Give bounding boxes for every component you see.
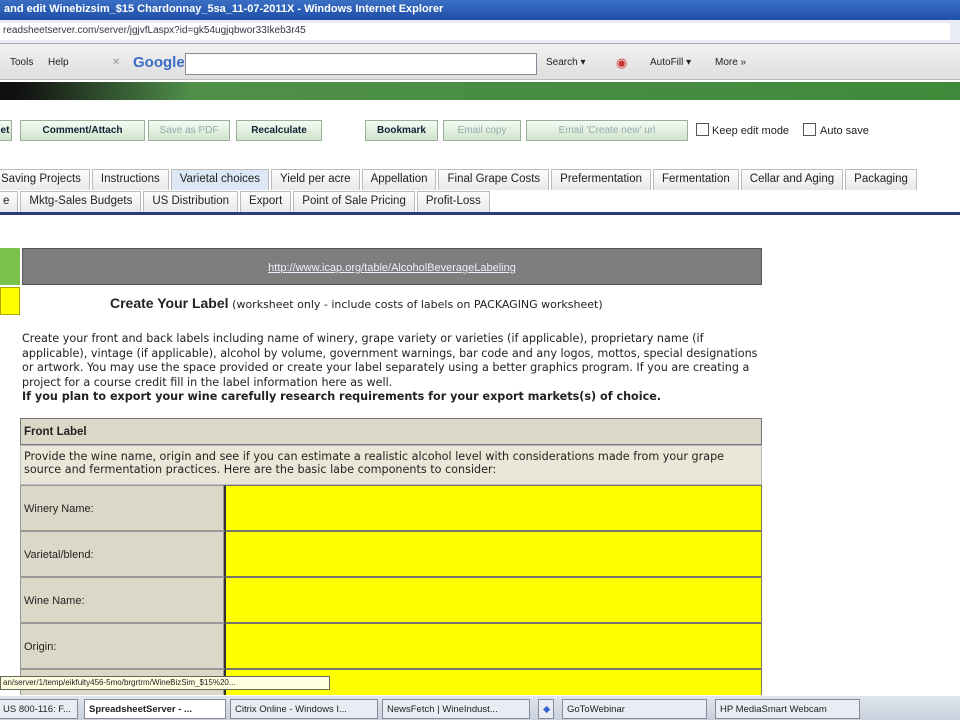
taskbar-item[interactable]: HP MediaSmart Webcam	[715, 699, 860, 719]
tab-us-distribution[interactable]: US Distribution	[143, 191, 239, 212]
address-bar[interactable]: readsheetserver.com/server/jgjvfLaspx?id…	[0, 20, 960, 44]
taskbar-item[interactable]: GoToWebinar	[562, 699, 707, 719]
google-search-input[interactable]	[185, 53, 537, 75]
table-row: Winery Name:	[20, 485, 762, 531]
origin-input[interactable]	[224, 623, 762, 669]
table-row: Wine Name:	[20, 577, 762, 623]
toolbar: Tools Help ✕ Google Search ▾ ◉ AutoFill …	[0, 44, 960, 80]
taskbar-item[interactable]: Citrix Online - Windows I...	[230, 699, 378, 719]
field-label: Wine Name:	[20, 577, 224, 623]
window-title: and edit Winebizsim_$15 Chardonnay_5sa_1…	[0, 0, 960, 20]
field-label: Winery Name:	[20, 485, 224, 531]
tab-profit-loss[interactable]: Profit-Loss	[416, 191, 490, 212]
tab-saving-projects[interactable]: Saving Projects	[0, 169, 90, 190]
tab-cellar-aging[interactable]: Cellar and Aging	[740, 169, 844, 190]
front-label-description: Provide the wine name, origin and see if…	[20, 445, 762, 485]
edit-button[interactable]: et	[0, 120, 12, 141]
auto-save-checkbox[interactable]	[803, 123, 816, 136]
chrome-icon[interactable]: ◉	[616, 55, 627, 71]
tab-divider	[0, 212, 960, 215]
table-row: Varietal/blend:	[20, 531, 762, 577]
heading-note: (worksheet only - include costs of label…	[232, 298, 603, 311]
export-warning: If you plan to export your wine carefull…	[22, 390, 662, 403]
varietal-blend-input[interactable]	[224, 531, 762, 577]
more-button[interactable]: More »	[715, 57, 746, 68]
instructions-text: Create your front and back labels includ…	[22, 332, 762, 405]
keep-edit-mode-label: Keep edit mode	[712, 125, 790, 137]
taskbar-item[interactable]: NewsFetch | WineIndust...	[382, 699, 530, 719]
front-label-header: Front Label	[20, 418, 762, 445]
green-cell	[0, 248, 20, 285]
heading-title: Create Your Label	[110, 295, 229, 311]
autofill-button[interactable]: AutoFill ▾	[650, 57, 691, 68]
tab-prefermentation[interactable]: Prefermentation	[551, 169, 651, 190]
yellow-cell	[0, 287, 20, 315]
tab-point-of-sale-pricing[interactable]: Point of Sale Pricing	[293, 191, 415, 212]
taskbar-item-active[interactable]: SpreadsheetServer - ...	[84, 699, 226, 719]
auto-save-label: Auto save	[820, 125, 869, 137]
tab-varietal-choices[interactable]: Varietal choices	[170, 169, 270, 190]
labeling-link[interactable]: http://www.icap.org/table/AlcoholBeverag…	[268, 262, 516, 274]
recalculate-button[interactable]: Recalculate	[236, 120, 322, 141]
field-label: Origin:	[20, 623, 224, 669]
email-create-url-button[interactable]: Email 'Create new' url	[526, 120, 688, 141]
url[interactable]: readsheetserver.com/server/jgjvfLaspx?id…	[0, 23, 950, 40]
email-copy-button[interactable]: Email copy	[443, 120, 521, 141]
instructions-body: Create your front and back labels includ…	[22, 332, 758, 389]
taskbar-item[interactable]: US 800-116: F...	[0, 699, 78, 719]
tab-fermentation[interactable]: Fermentation	[653, 169, 739, 190]
tab-mktg-sales-budgets[interactable]: Mktg-Sales Budgets	[20, 191, 142, 212]
taskbar: US 800-116: F... SpreadsheetServer - ...…	[0, 695, 960, 720]
menu-help[interactable]: Help	[48, 57, 69, 68]
keep-edit-mode-checkbox[interactable]	[696, 123, 709, 136]
tab-yield-per-acre[interactable]: Yield per acre	[271, 169, 360, 190]
tab-instructions[interactable]: Instructions	[91, 169, 169, 190]
tab-final-grape-costs[interactable]: Final Grape Costs	[438, 169, 550, 190]
tab-packaging[interactable]: Packaging	[845, 169, 917, 190]
app-icon[interactable]: ◆	[538, 699, 554, 719]
field-label: Varietal/blend:	[20, 531, 224, 577]
tab-appellation[interactable]: Appellation	[361, 169, 437, 190]
close-icon[interactable]: ✕	[112, 57, 120, 68]
comment-attach-button[interactable]: Comment/Attach	[20, 120, 145, 141]
page-heading: Create Your Label (worksheet only - incl…	[110, 295, 603, 311]
tab-label[interactable]: e	[0, 191, 19, 212]
front-label-table: Front Label Provide the wine name, origi…	[20, 418, 762, 715]
link-bar: http://www.icap.org/table/AlcoholBeverag…	[22, 248, 762, 285]
save-pdf-button[interactable]: Save as PDF	[148, 120, 230, 141]
bookmark-button[interactable]: Bookmark	[365, 120, 438, 141]
google-logo: Google	[133, 54, 185, 71]
site-banner	[0, 82, 960, 100]
status-tooltip: an/server/1/temp/eikfulty456-5mo/brgrtrm…	[0, 676, 330, 690]
tab-export[interactable]: Export	[240, 191, 292, 212]
winery-name-input[interactable]	[224, 485, 762, 531]
search-button[interactable]: Search ▾	[546, 57, 585, 68]
table-row: Origin:	[20, 623, 762, 669]
wine-name-input[interactable]	[224, 577, 762, 623]
menu-tools[interactable]: Tools	[10, 57, 33, 68]
